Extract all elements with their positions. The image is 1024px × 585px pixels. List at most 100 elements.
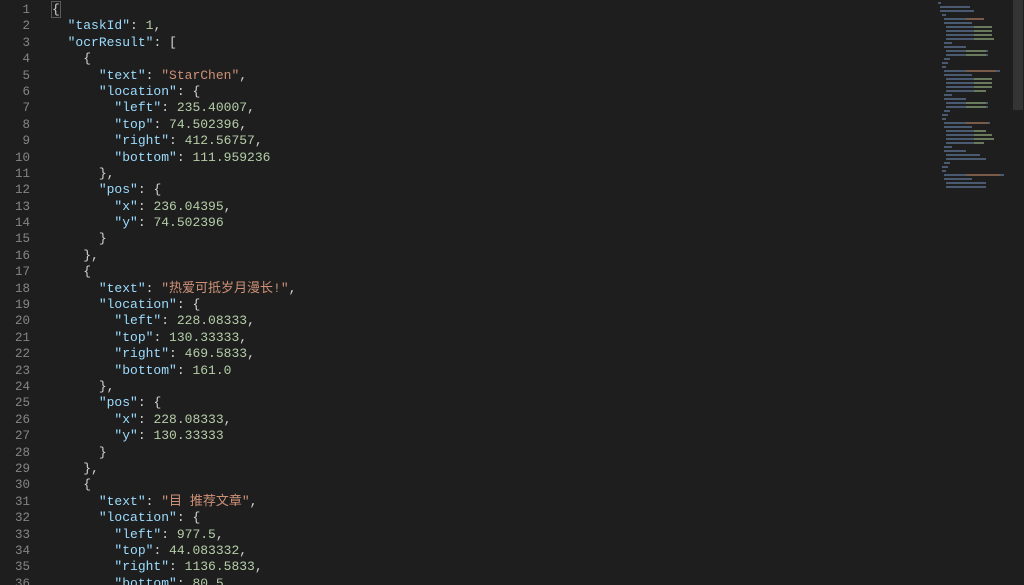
code-line[interactable]: "x": 236.04395, <box>52 199 936 215</box>
code-editor[interactable]: 1234567891011121314151617181920212223242… <box>0 0 1024 585</box>
token-ws <box>52 51 83 66</box>
code-line[interactable]: "y": 74.502396 <box>52 215 936 231</box>
token-brace: { <box>192 297 200 312</box>
token-ws <box>52 231 99 246</box>
token-punc: : <box>138 199 154 214</box>
token-key: "top" <box>114 330 153 345</box>
code-line[interactable]: "text": "StarChen", <box>52 68 936 84</box>
token-key: "right" <box>114 133 169 148</box>
code-line[interactable]: { <box>52 2 936 18</box>
code-area[interactable]: { "taskId": 1, "ocrResult": [ { "text": … <box>44 0 936 585</box>
token-punc: : <box>153 35 169 50</box>
code-line[interactable]: "y": 130.33333 <box>52 428 936 444</box>
line-number: 13 <box>0 199 30 215</box>
scrollbar-thumb[interactable] <box>1013 0 1023 110</box>
line-number: 31 <box>0 494 30 510</box>
line-number: 17 <box>0 264 30 280</box>
token-ws <box>52 182 99 197</box>
code-line[interactable]: { <box>52 264 936 280</box>
code-line[interactable]: "pos": { <box>52 182 936 198</box>
token-ws <box>52 477 83 492</box>
line-number: 23 <box>0 363 30 379</box>
code-line[interactable]: "right": 412.56757, <box>52 133 936 149</box>
token-punc: : <box>138 395 154 410</box>
code-line[interactable]: "left": 228.08333, <box>52 313 936 329</box>
token-ws <box>52 248 83 263</box>
token-punc: [ <box>169 35 177 50</box>
token-num: 44.083332 <box>169 543 239 558</box>
line-number: 9 <box>0 133 30 149</box>
token-brace: { <box>153 182 161 197</box>
code-line[interactable]: "ocrResult": [ <box>52 35 936 51</box>
line-number: 1 <box>0 2 30 18</box>
line-number: 16 <box>0 248 30 264</box>
minimap[interactable] <box>936 0 1024 585</box>
line-number: 19 <box>0 297 30 313</box>
line-number: 20 <box>0 313 30 329</box>
code-line[interactable]: "top": 44.083332, <box>52 543 936 559</box>
code-line[interactable]: "text": "热爱可抵岁月漫长!", <box>52 281 936 297</box>
token-num: 235.40007 <box>177 100 247 115</box>
token-brace: } <box>83 248 91 263</box>
code-line[interactable]: "left": 977.5, <box>52 527 936 543</box>
code-line[interactable]: "right": 1136.5833, <box>52 559 936 575</box>
code-line[interactable]: { <box>52 477 936 493</box>
code-line[interactable]: "bottom": 111.959236 <box>52 150 936 166</box>
code-line[interactable]: }, <box>52 166 936 182</box>
token-punc: , <box>224 199 232 214</box>
code-line[interactable]: "right": 469.5833, <box>52 346 936 362</box>
code-line[interactable]: }, <box>52 379 936 395</box>
code-line[interactable]: "bottom": 80.5, <box>52 576 936 585</box>
token-brace: { <box>153 395 161 410</box>
token-punc: : <box>153 543 169 558</box>
code-line[interactable]: "bottom": 161.0 <box>52 363 936 379</box>
code-line[interactable]: "location": { <box>52 297 936 313</box>
code-line[interactable]: }, <box>52 461 936 477</box>
code-line[interactable]: "text": "目 推荐文章", <box>52 494 936 510</box>
code-line[interactable]: "taskId": 1, <box>52 18 936 34</box>
vertical-scrollbar[interactable] <box>1012 0 1024 585</box>
token-ws <box>52 215 114 230</box>
token-punc: : <box>161 313 177 328</box>
token-brace: } <box>99 231 107 246</box>
code-line[interactable]: "top": 74.502396, <box>52 117 936 133</box>
token-punc: : <box>169 133 185 148</box>
code-line[interactable]: { <box>52 51 936 67</box>
token-punc: : <box>153 330 169 345</box>
line-number: 10 <box>0 150 30 166</box>
line-number: 15 <box>0 231 30 247</box>
token-num: 111.959236 <box>192 150 270 165</box>
line-number: 25 <box>0 395 30 411</box>
token-punc: : <box>146 494 162 509</box>
code-line[interactable]: "left": 235.40007, <box>52 100 936 116</box>
token-ws <box>52 68 99 83</box>
code-line[interactable]: "top": 130.33333, <box>52 330 936 346</box>
token-punc: , <box>250 494 258 509</box>
code-line[interactable]: }, <box>52 248 936 264</box>
token-ws <box>52 35 68 50</box>
token-str: "StarChen" <box>161 68 239 83</box>
token-num: 228.08333 <box>153 412 223 427</box>
token-key: "bottom" <box>114 576 176 585</box>
line-number: 32 <box>0 510 30 526</box>
code-line[interactable]: } <box>52 231 936 247</box>
code-line[interactable]: "x": 228.08333, <box>52 412 936 428</box>
code-line[interactable]: "location": { <box>52 84 936 100</box>
token-brace: } <box>99 379 107 394</box>
token-punc: , <box>255 133 263 148</box>
token-punc: : <box>138 215 154 230</box>
token-ws <box>52 527 114 542</box>
token-num: 130.33333 <box>153 428 223 443</box>
token-num: 1136.5833 <box>185 559 255 574</box>
token-punc: : <box>153 117 169 132</box>
token-punc: : <box>177 576 193 585</box>
code-line[interactable]: "pos": { <box>52 395 936 411</box>
token-key: "text" <box>99 281 146 296</box>
token-str: "热爱可抵岁月漫长!" <box>161 281 288 296</box>
line-number: 35 <box>0 559 30 575</box>
token-punc: , <box>239 330 247 345</box>
token-punc: , <box>91 461 99 476</box>
token-punc: , <box>153 18 161 33</box>
code-line[interactable]: "location": { <box>52 510 936 526</box>
code-line[interactable]: } <box>52 445 936 461</box>
